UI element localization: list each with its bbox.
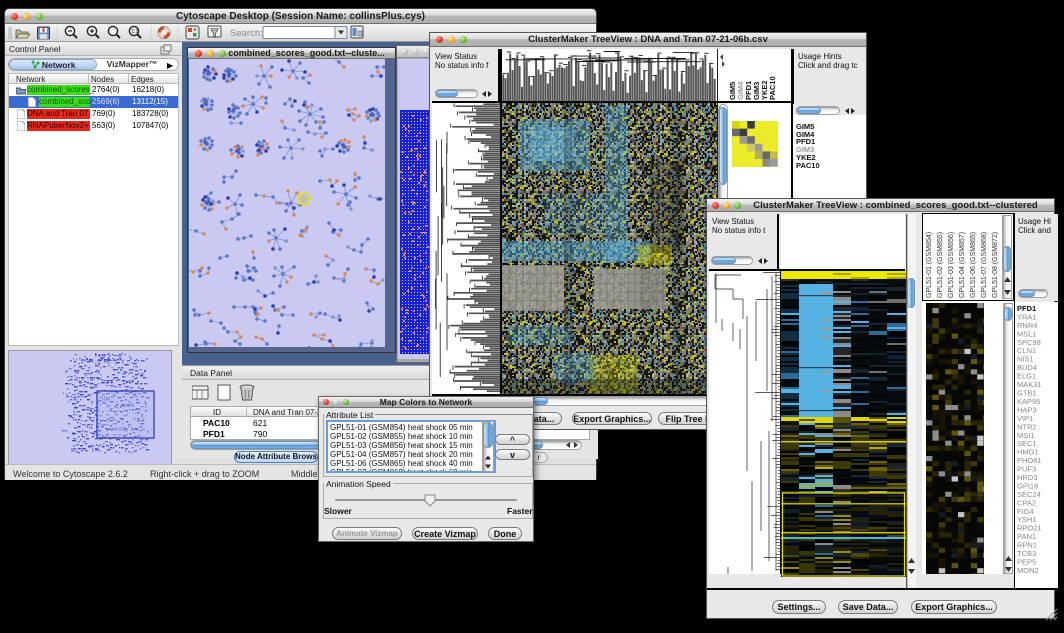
svg-text:GPL51-03 (GSM856): GPL51-03 (GSM856) [948, 232, 955, 298]
svg-text:GPL51-02 (GSM855): GPL51-02 (GSM855) [937, 232, 944, 298]
svg-text:GPL51-04 (GSM857): GPL51-04 (GSM857) [959, 232, 966, 298]
svg-text:MON2: MON2 [1017, 566, 1039, 575]
svg-text:GPL51-08 (GSM872): GPL51-08 (GSM872) [992, 232, 999, 298]
svg-text:GPL51-01 (GSM854): GPL51-01 (GSM854) [926, 232, 933, 298]
svg-text:GPL51-07 (GSM868): GPL51-07 (GSM868) [981, 232, 988, 298]
svg-text:1:1: 1:1 [131, 29, 138, 35]
svg-text:PAC10: PAC10 [768, 76, 777, 100]
svg-text:Search:: Search: [230, 28, 263, 39]
svg-text:GPL51-06 (GSM865): GPL51-06 (GSM865) [970, 232, 977, 298]
